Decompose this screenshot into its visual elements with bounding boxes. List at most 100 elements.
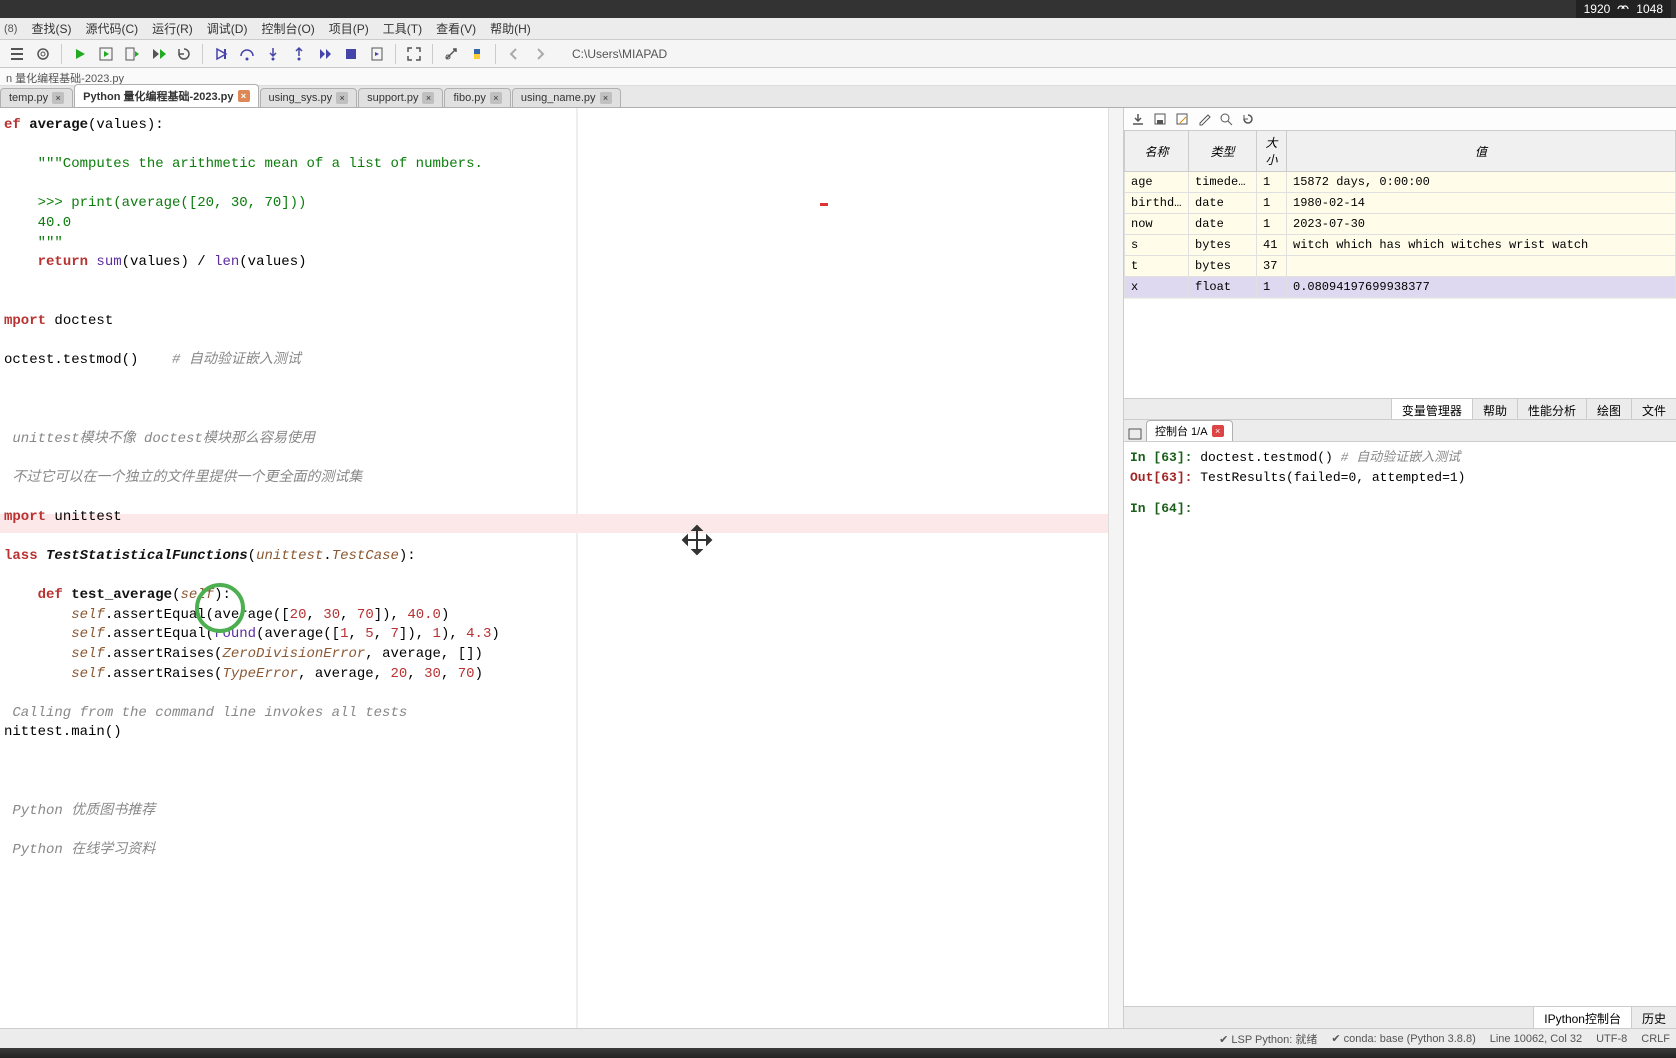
import-data-icon[interactable]: [1130, 111, 1146, 127]
nav-back-icon[interactable]: [503, 43, 525, 65]
step-over-icon[interactable]: [236, 43, 258, 65]
variable-cell-value: [1287, 256, 1676, 277]
console-tabs: 控制台 1/A ×: [1124, 420, 1676, 442]
tab-label: fibo.py: [453, 92, 485, 104]
variable-cell-size: 1: [1257, 172, 1287, 193]
variable-cell-value: 15872 days, 0:00:00: [1287, 172, 1676, 193]
variable-row[interactable]: tbytes37: [1125, 256, 1676, 277]
close-icon[interactable]: ×: [490, 92, 502, 104]
status-encoding[interactable]: UTF-8: [1596, 1033, 1627, 1045]
col-name[interactable]: 名称: [1125, 131, 1189, 172]
run-icon[interactable]: [69, 43, 91, 65]
variable-cell-type: timedelta: [1189, 172, 1257, 193]
menu-view[interactable]: 查看(V): [430, 18, 482, 39]
editor-tab-using-name[interactable]: using_name.py×: [512, 88, 621, 107]
tab-files[interactable]: 文件: [1631, 399, 1676, 419]
status-lsp[interactable]: ✔ LSP Python: 就绪: [1219, 1031, 1317, 1047]
close-icon[interactable]: ×: [336, 92, 348, 104]
debug-icon[interactable]: [210, 43, 232, 65]
run-cell-icon[interactable]: [95, 43, 117, 65]
close-icon[interactable]: ×: [422, 92, 434, 104]
variable-cell-name: age: [1125, 172, 1189, 193]
main-area: ef average(values): """Computes the arit…: [0, 108, 1676, 1028]
variable-row[interactable]: xfloat10.08094197699938377: [1125, 277, 1676, 298]
working-dir-path[interactable]: C:\Users\MIAPAD: [563, 43, 676, 65]
debug-file-icon[interactable]: [366, 43, 388, 65]
rerun-icon[interactable]: [173, 43, 195, 65]
close-icon[interactable]: ×: [1212, 425, 1224, 437]
continue-icon[interactable]: [314, 43, 336, 65]
toolbar-sep: [432, 44, 433, 64]
variable-cell-name: t: [1125, 256, 1189, 277]
save-data-icon[interactable]: [1152, 111, 1168, 127]
toolbar-sep: [395, 44, 396, 64]
variable-cell-type: bytes: [1189, 256, 1257, 277]
tab-history[interactable]: 历史: [1631, 1007, 1676, 1028]
stop-icon[interactable]: [340, 43, 362, 65]
edit-icon[interactable]: [1196, 111, 1212, 127]
search-icon[interactable]: [1218, 111, 1234, 127]
system-top-bar: 1920 1048: [0, 0, 1676, 18]
code-editor[interactable]: ef average(values): """Computes the arit…: [0, 108, 1124, 1028]
status-bar: ✔ LSP Python: 就绪 ✔ conda: base (Python 3…: [0, 1028, 1676, 1048]
variable-cell-size: 37: [1257, 256, 1287, 277]
variable-cell-name: x: [1125, 277, 1189, 298]
run-selection-icon[interactable]: [147, 43, 169, 65]
menu-debug[interactable]: 调试(D): [201, 18, 254, 39]
step-out-icon[interactable]: [288, 43, 310, 65]
link-icon: [1616, 4, 1630, 14]
at-icon[interactable]: [32, 43, 54, 65]
close-icon[interactable]: ×: [52, 92, 64, 104]
console-tab[interactable]: 控制台 1/A ×: [1146, 420, 1233, 441]
editor-tab-fibo[interactable]: fibo.py ×: [444, 88, 510, 107]
editor-tab-support[interactable]: support.py ×: [358, 88, 443, 107]
close-icon[interactable]: ×: [600, 92, 612, 104]
right-panel: 名称 类型 大小 值 agetimedelta115872 days, 0:00…: [1124, 108, 1676, 1028]
variable-row[interactable]: agetimedelta115872 days, 0:00:00: [1125, 172, 1676, 193]
menu-run[interactable]: 运行(R): [146, 18, 199, 39]
tab-label: temp.py: [9, 92, 48, 104]
python-icon[interactable]: [466, 43, 488, 65]
menu-tools[interactable]: 工具(T): [377, 18, 428, 39]
variable-row[interactable]: nowdate12023-07-30: [1125, 214, 1676, 235]
status-conda[interactable]: ✔ conda: base (Python 3.8.8): [1331, 1032, 1475, 1045]
editor-tab-main[interactable]: Python 量化编程基础-2023.py×: [74, 84, 258, 107]
tab-help[interactable]: 帮助: [1472, 399, 1517, 419]
variable-cell-name: s: [1125, 235, 1189, 256]
col-size[interactable]: 大小: [1257, 131, 1287, 172]
close-icon[interactable]: ×: [238, 90, 250, 102]
menu-source[interactable]: 源代码(C): [79, 18, 144, 39]
variable-table-blank: [1124, 298, 1676, 398]
ipython-console[interactable]: In [63]: doctest.testmod() # 自动验证嵌入测试 Ou…: [1124, 442, 1676, 1006]
console-pane-icon[interactable]: [1128, 427, 1142, 441]
outline-icon[interactable]: [6, 43, 28, 65]
tab-profiler[interactable]: 性能分析: [1517, 399, 1586, 419]
col-value[interactable]: 值: [1287, 131, 1676, 172]
tab-plots[interactable]: 绘图: [1586, 399, 1631, 419]
menu-help[interactable]: 帮助(H): [484, 18, 537, 39]
code-content[interactable]: ef average(values): """Computes the arit…: [0, 108, 1123, 869]
col-type[interactable]: 类型: [1189, 131, 1257, 172]
maximize-icon[interactable]: [403, 43, 425, 65]
reload-icon[interactable]: [1240, 111, 1256, 127]
save-as-icon[interactable]: [1174, 111, 1190, 127]
preferences-icon[interactable]: [440, 43, 462, 65]
editor-tab-temp[interactable]: temp.py ×: [0, 88, 73, 107]
toolbar-sep: [202, 44, 203, 64]
menu-project[interactable]: 项目(P): [323, 18, 375, 39]
step-in-icon[interactable]: [262, 43, 284, 65]
editor-tab-using-sys[interactable]: using_sys.py×: [260, 88, 358, 107]
nav-forward-icon[interactable]: [529, 43, 551, 65]
status-linecol[interactable]: Line 10062, Col 32: [1490, 1033, 1582, 1045]
menu-console[interactable]: 控制台(O): [255, 18, 320, 39]
variable-row[interactable]: sbytes41witch which has which witches wr…: [1125, 235, 1676, 256]
variable-row[interactable]: birthdaydate11980-02-14: [1125, 193, 1676, 214]
run-cell-advance-icon[interactable]: [121, 43, 143, 65]
status-eol[interactable]: CRLF: [1641, 1033, 1670, 1045]
variable-cell-size: 41: [1257, 235, 1287, 256]
variable-table[interactable]: 名称 类型 大小 值 agetimedelta115872 days, 0:00…: [1124, 130, 1676, 298]
tab-label: support.py: [367, 92, 418, 104]
tab-ipython-console[interactable]: IPython控制台: [1533, 1007, 1631, 1028]
tab-variable-explorer[interactable]: 变量管理器: [1391, 399, 1472, 419]
menu-search[interactable]: 查找(S): [25, 18, 77, 39]
